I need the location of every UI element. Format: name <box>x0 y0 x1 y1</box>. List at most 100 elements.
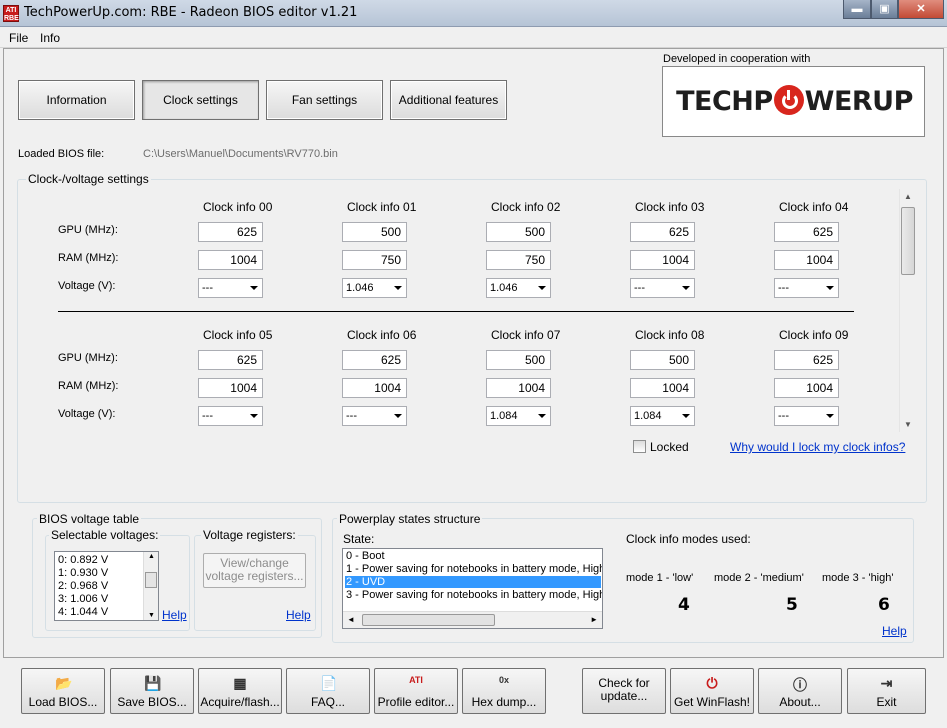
menu-info[interactable]: Info <box>40 31 60 45</box>
state-item-2[interactable]: 2 - UVD <box>345 576 601 588</box>
voltage-select[interactable]: --- <box>198 278 263 298</box>
toolbar-button-label: Acquire/flash... <box>200 695 280 709</box>
exit-button[interactable]: ⇥ Exit <box>847 668 926 714</box>
minimize-button[interactable]: ▬ <box>843 0 871 19</box>
techpowerup-logo[interactable]: TECHP WERUP <box>662 66 925 137</box>
voltage-item-3[interactable]: 3: 1.006 V <box>58 593 108 605</box>
voltage-list-scrollbar[interactable]: ▲ ▼ <box>143 552 158 620</box>
registers-help-link[interactable]: Help <box>286 608 311 622</box>
scroll-left-icon[interactable]: ◄ <box>347 615 355 624</box>
gpu-clock-field[interactable]: 625 <box>774 350 839 370</box>
voltage-select[interactable]: --- <box>630 278 695 298</box>
chevron-down-icon[interactable] <box>826 286 834 290</box>
menu-file[interactable]: File <box>9 31 28 45</box>
menu-bar: File Info <box>0 28 947 48</box>
scrollbar-thumb[interactable] <box>362 614 495 626</box>
chevron-down-icon[interactable] <box>682 286 690 290</box>
voltage-list[interactable]: 0: 0.892 V 1: 0.930 V 2: 0.968 V 3: 1.00… <box>54 551 159 621</box>
load-bios-button[interactable]: 📂 Load BIOS... <box>21 668 105 714</box>
voltage-item-1[interactable]: 1: 0.930 V <box>58 567 108 579</box>
clock-grid-scrollbar[interactable]: ▲ ▼ <box>899 189 916 432</box>
voltage-select[interactable]: --- <box>774 406 839 426</box>
gpu-clock-field[interactable]: 625 <box>774 222 839 242</box>
state-item-3[interactable]: 3 - Power saving for notebooks in batter… <box>346 589 602 601</box>
get-winflash-button[interactable]: ⏻ Get WinFlash! <box>670 668 754 714</box>
state-item-0[interactable]: 0 - Boot <box>346 550 385 562</box>
scroll-right-icon[interactable]: ► <box>590 615 598 624</box>
tab-fan-settings[interactable]: Fan settings <box>266 80 383 120</box>
voltage-help-link[interactable]: Help <box>162 608 187 622</box>
voltage-select[interactable]: --- <box>342 406 407 426</box>
voltage-select[interactable]: 1.084 <box>630 406 695 426</box>
chevron-down-icon[interactable] <box>826 414 834 418</box>
voltage-select[interactable]: 1.084 <box>486 406 551 426</box>
voltage-select-value: --- <box>778 282 789 294</box>
ram-clock-field[interactable]: 1004 <box>486 378 551 398</box>
tab-information[interactable]: Information <box>18 80 135 120</box>
info-icon: ⓘ <box>793 677 807 693</box>
ram-clock-field[interactable]: 1004 <box>774 378 839 398</box>
lock-info-link[interactable]: Why would I lock my clock infos? <box>730 440 905 454</box>
chevron-down-icon[interactable] <box>538 414 546 418</box>
gpu-clock-field[interactable]: 625 <box>198 222 263 242</box>
locked-checkbox[interactable] <box>633 440 646 453</box>
voltage-select[interactable]: 1.046 <box>486 278 551 298</box>
powerplay-state-list[interactable]: 0 - Boot 1 - Power saving for notebooks … <box>342 548 603 629</box>
powerplay-help-link[interactable]: Help <box>882 624 907 638</box>
ram-clock-field[interactable]: 1004 <box>198 250 263 270</box>
voltage-item-0[interactable]: 0: 0.892 V <box>58 554 108 566</box>
chevron-down-icon[interactable] <box>538 286 546 290</box>
scroll-up-icon[interactable]: ▲ <box>148 553 155 560</box>
chevron-down-icon[interactable] <box>394 414 402 418</box>
gpu-clock-field[interactable]: 500 <box>630 350 695 370</box>
scroll-up-icon[interactable]: ▲ <box>904 192 912 201</box>
voltage-select[interactable]: --- <box>774 278 839 298</box>
chevron-down-icon[interactable] <box>250 286 258 290</box>
check-for-update-button[interactable]: Check for update... <box>582 668 666 714</box>
gpu-clock-field[interactable]: 625 <box>630 222 695 242</box>
hex-dump-button[interactable]: 0x Hex dump... <box>462 668 546 714</box>
ram-clock-field[interactable]: 1004 <box>198 378 263 398</box>
gpu-clock-field[interactable]: 625 <box>342 350 407 370</box>
ram-clock-field[interactable]: 1004 <box>342 378 407 398</box>
close-button[interactable]: ✕ <box>898 0 944 19</box>
ram-clock-field[interactable]: 1004 <box>774 250 839 270</box>
voltage-select-value: --- <box>202 282 213 294</box>
gpu-clock-field[interactable]: 500 <box>486 350 551 370</box>
state-list-hscrollbar[interactable]: ◄ ► <box>343 611 602 628</box>
locked-label: Locked <box>650 440 689 454</box>
voltage-item-4[interactable]: 4: 1.044 V <box>58 606 108 618</box>
ram-clock-field[interactable]: 750 <box>486 250 551 270</box>
toolbar-button-label: Load BIOS... <box>28 695 98 709</box>
chevron-down-icon[interactable] <box>394 286 402 290</box>
save-bios-button[interactable]: 💾 Save BIOS... <box>110 668 194 714</box>
faq-button[interactable]: 📄 FAQ... <box>286 668 370 714</box>
voltage-select[interactable]: --- <box>198 406 263 426</box>
toolbar-button-label: FAQ... <box>310 695 345 709</box>
powerplay-group-title: Powerplay states structure <box>337 512 483 526</box>
clock-info-header: Clock info 00 <box>203 200 273 214</box>
tab-clock-settings[interactable]: Clock settings <box>142 80 259 120</box>
tab-additional-features[interactable]: Additional features <box>390 80 507 120</box>
acquire-flash-button[interactable]: ▦ Acquire/flash... <box>198 668 282 714</box>
voltage-select-value: 1.046 <box>490 282 518 294</box>
state-item-1[interactable]: 1 - Power saving for notebooks in batter… <box>346 563 602 575</box>
ram-clock-field[interactable]: 1004 <box>630 250 695 270</box>
gpu-clock-field[interactable]: 500 <box>486 222 551 242</box>
maximize-button[interactable]: ▣ <box>871 0 898 19</box>
voltage-select[interactable]: 1.046 <box>342 278 407 298</box>
profile-editor-button[interactable]: ATI Profile editor... <box>374 668 458 714</box>
scroll-down-icon[interactable]: ▼ <box>904 420 912 429</box>
voltage-select-value: --- <box>346 410 357 422</box>
scrollbar-thumb[interactable] <box>145 572 157 588</box>
gpu-clock-field[interactable]: 625 <box>198 350 263 370</box>
scroll-down-icon[interactable]: ▼ <box>148 612 155 619</box>
ram-clock-field[interactable]: 1004 <box>630 378 695 398</box>
chevron-down-icon[interactable] <box>682 414 690 418</box>
gpu-clock-field[interactable]: 500 <box>342 222 407 242</box>
ram-clock-field[interactable]: 750 <box>342 250 407 270</box>
about-button[interactable]: ⓘ About... <box>758 668 842 714</box>
chevron-down-icon[interactable] <box>250 414 258 418</box>
scrollbar-thumb[interactable] <box>901 207 915 275</box>
voltage-item-2[interactable]: 2: 0.968 V <box>58 580 108 592</box>
